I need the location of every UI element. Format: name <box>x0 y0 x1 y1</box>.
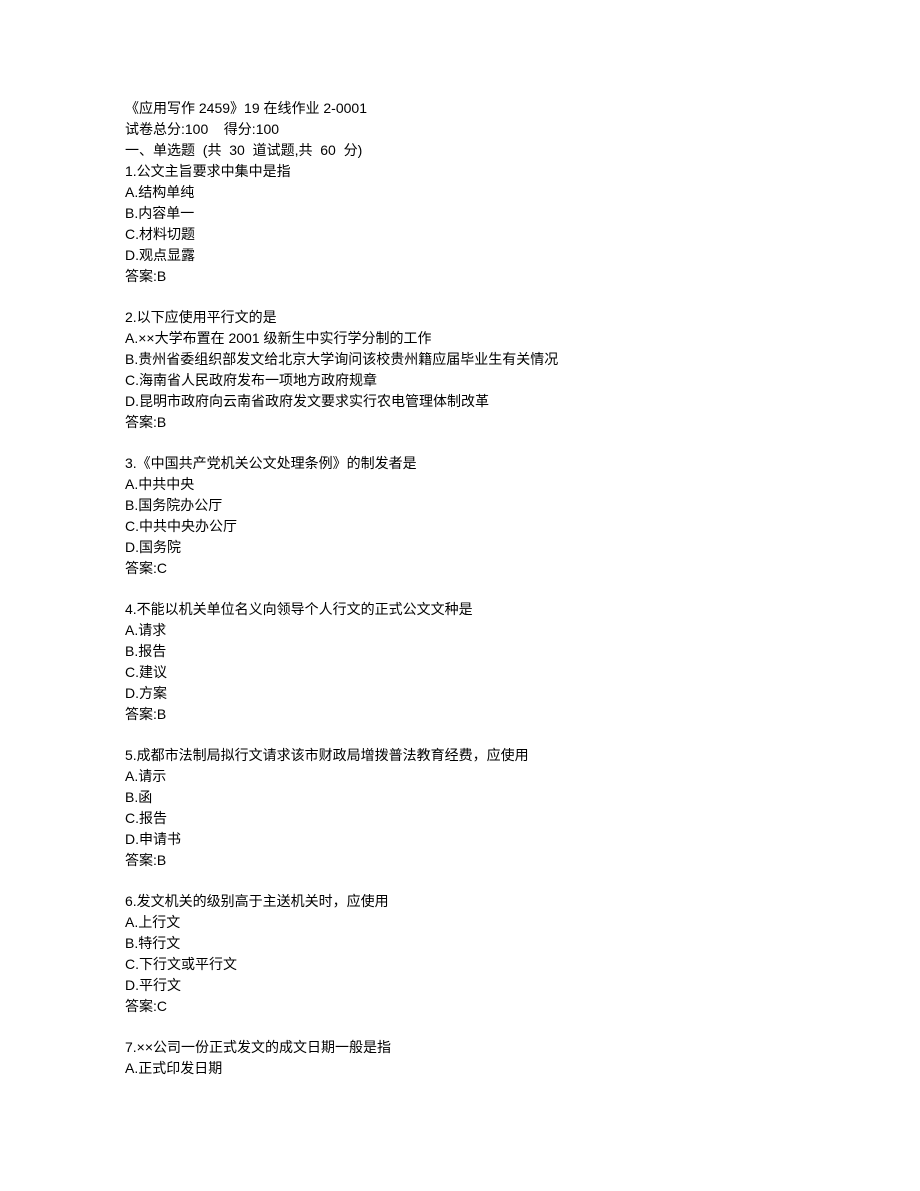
section-header: 一、单选题 (共 30 道试题,共 60 分) <box>125 140 795 161</box>
question-option: D.平行文 <box>125 975 795 996</box>
question-option: D.观点显露 <box>125 245 795 266</box>
question-option: A.请示 <box>125 766 795 787</box>
question-answer: 答案:B <box>125 412 795 433</box>
question-option: D.国务院 <box>125 537 795 558</box>
question-option: B.函 <box>125 787 795 808</box>
question-stem: 5.成都市法制局拟行文请求该市财政局增拨普法教育经费，应使用 <box>125 745 795 766</box>
question-option: B.内容单一 <box>125 203 795 224</box>
question-answer: 答案:B <box>125 704 795 725</box>
question-answer: 答案:B <box>125 850 795 871</box>
question-block: 5.成都市法制局拟行文请求该市财政局增拨普法教育经费，应使用 A.请示 B.函 … <box>125 745 795 871</box>
question-option: C.建议 <box>125 662 795 683</box>
question-option: B.国务院办公厅 <box>125 495 795 516</box>
question-block: 4.不能以机关单位名义向领导个人行文的正式公文文种是 A.请求 B.报告 C.建… <box>125 599 795 725</box>
question-option: B.特行文 <box>125 933 795 954</box>
question-option: C.下行文或平行文 <box>125 954 795 975</box>
question-stem: 1.公文主旨要求中集中是指 <box>125 161 795 182</box>
question-option: C.中共中央办公厅 <box>125 516 795 537</box>
question-answer: 答案:C <box>125 558 795 579</box>
question-option: A.正式印发日期 <box>125 1058 795 1079</box>
question-stem: 2.以下应使用平行文的是 <box>125 307 795 328</box>
question-option: D.方案 <box>125 683 795 704</box>
question-stem: 4.不能以机关单位名义向领导个人行文的正式公文文种是 <box>125 599 795 620</box>
document-title: 《应用写作 2459》19 在线作业 2-0001 <box>125 98 795 119</box>
question-option: C.报告 <box>125 808 795 829</box>
question-option: A.上行文 <box>125 912 795 933</box>
question-answer: 答案:C <box>125 996 795 1017</box>
question-block: 1.公文主旨要求中集中是指 A.结构单纯 B.内容单一 C.材料切题 D.观点显… <box>125 161 795 287</box>
question-option: B.贵州省委组织部发文给北京大学询问该校贵州籍应届毕业生有关情况 <box>125 349 795 370</box>
question-stem: 7.××公司一份正式发文的成文日期一般是指 <box>125 1037 795 1058</box>
question-answer: 答案:B <box>125 266 795 287</box>
question-stem: 6.发文机关的级别高于主送机关时，应使用 <box>125 891 795 912</box>
question-block: 2.以下应使用平行文的是 A.××大学布置在 2001 级新生中实行学分制的工作… <box>125 307 795 433</box>
question-block: 3.《中国共产党机关公文处理条例》的制发者是 A.中共中央 B.国务院办公厅 C… <box>125 453 795 579</box>
question-option: A.请求 <box>125 620 795 641</box>
question-option: D.昆明市政府向云南省政府发文要求实行农电管理体制改革 <box>125 391 795 412</box>
question-option: C.材料切题 <box>125 224 795 245</box>
question-option: C.海南省人民政府发布一项地方政府规章 <box>125 370 795 391</box>
question-option: A.中共中央 <box>125 474 795 495</box>
question-block: 7.××公司一份正式发文的成文日期一般是指 A.正式印发日期 <box>125 1037 795 1079</box>
question-stem: 3.《中国共产党机关公文处理条例》的制发者是 <box>125 453 795 474</box>
question-option: B.报告 <box>125 641 795 662</box>
question-block: 6.发文机关的级别高于主送机关时，应使用 A.上行文 B.特行文 C.下行文或平… <box>125 891 795 1017</box>
question-option: D.申请书 <box>125 829 795 850</box>
question-option: A.结构单纯 <box>125 182 795 203</box>
document-page: 《应用写作 2459》19 在线作业 2-0001 试卷总分:100 得分:10… <box>0 0 920 1191</box>
score-line: 试卷总分:100 得分:100 <box>125 119 795 140</box>
question-option: A.××大学布置在 2001 级新生中实行学分制的工作 <box>125 328 795 349</box>
